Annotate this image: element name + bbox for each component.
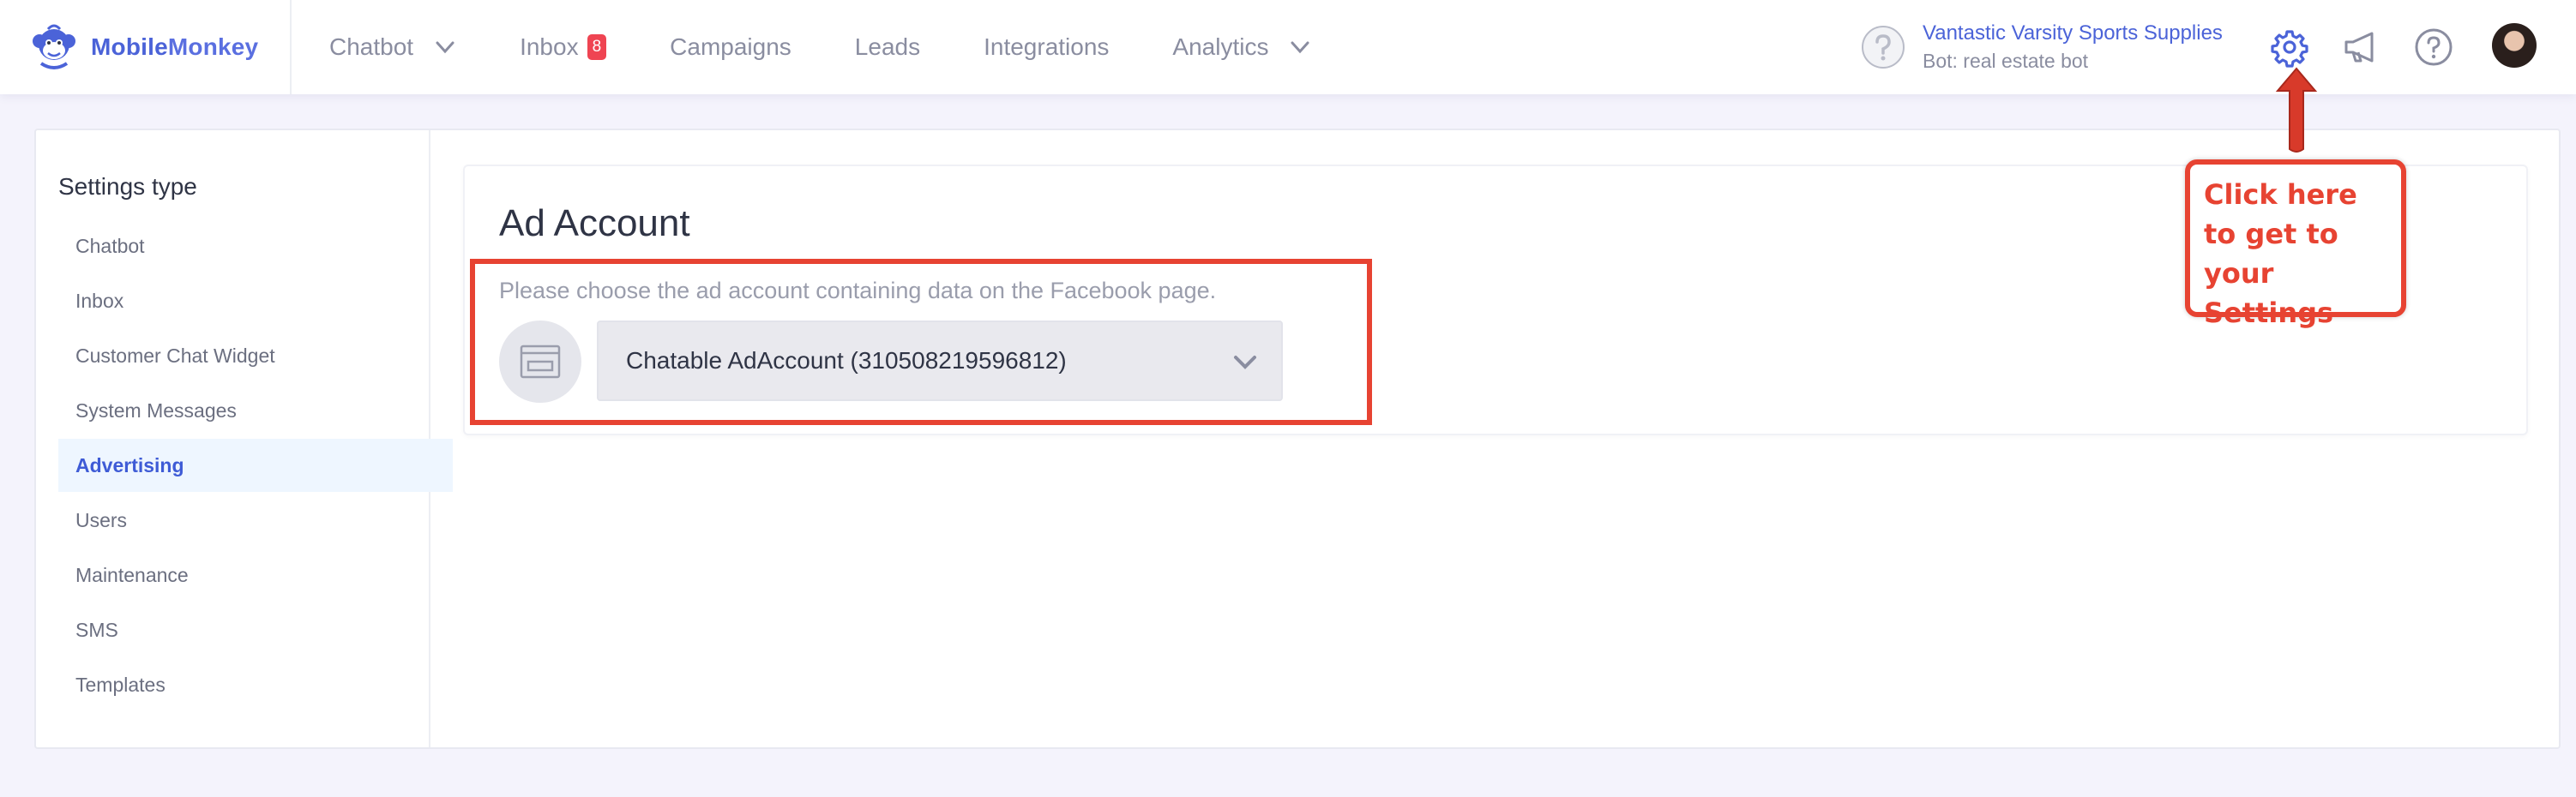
account-switcher[interactable]: Vantastic Varsity Sports Supplies Bot: r… — [1861, 0, 2223, 94]
chevron-down-icon — [1291, 41, 1309, 54]
nav-item-label: Leads — [854, 33, 921, 60]
nav-item-label: Campaigns — [670, 33, 791, 60]
settings-item-sms[interactable]: SMS — [58, 603, 453, 656]
brand-name: MobileMonkey — [91, 33, 259, 60]
megaphone-icon[interactable] — [2341, 27, 2382, 68]
settings-item-customer-chat-widget[interactable]: Customer Chat Widget — [58, 329, 453, 382]
nav-item-campaigns[interactable]: Campaigns — [670, 33, 791, 61]
nav-item-label: Integrations — [984, 33, 1110, 60]
settings-item-advertising[interactable]: Advertising — [58, 439, 453, 492]
page-avatar-placeholder-icon — [1862, 26, 1905, 69]
help-icon[interactable] — [2413, 27, 2454, 68]
settings-item-templates[interactable]: Templates — [58, 658, 453, 711]
top-navigation-bar: MobileMonkey Chatbot Inbox 8 Campaigns L… — [0, 0, 2576, 94]
main-nav: Chatbot Inbox 8 Campaigns Leads Integrat… — [329, 0, 1375, 94]
account-bot: Bot: real estate bot — [1923, 50, 2089, 72]
nav-item-label: Inbox — [520, 33, 579, 60]
annotation-arrow-icon — [2275, 67, 2318, 153]
annotation-text: Click here to get to your Settings — [2204, 178, 2357, 329]
nav-item-integrations[interactable]: Integrations — [984, 33, 1109, 61]
account-name: Vantastic Varsity Sports Supplies — [1923, 21, 2223, 45]
brand[interactable]: MobileMonkey — [0, 0, 292, 94]
settings-item-chatbot[interactable]: Chatbot — [58, 219, 453, 273]
nav-item-analytics[interactable]: Analytics — [1172, 33, 1311, 61]
settings-panel: Settings type Chatbot Inbox Customer Cha… — [34, 129, 2561, 749]
settings-item-users[interactable]: Users — [58, 494, 453, 547]
ad-account-title: Ad Account — [499, 202, 690, 244]
settings-item-maintenance[interactable]: Maintenance — [58, 548, 453, 602]
settings-item-system-messages[interactable]: System Messages — [58, 384, 453, 437]
inbox-count-badge: 8 — [587, 34, 607, 60]
gear-icon[interactable] — [2269, 27, 2310, 68]
nav-item-label: Analytics — [1172, 33, 1269, 60]
user-avatar[interactable] — [2492, 23, 2537, 68]
settings-annotation-callout: Click here to get to your Settings — [2185, 159, 2406, 329]
monkey-logo-icon — [33, 24, 75, 69]
nav-item-chatbot[interactable]: Chatbot — [329, 33, 456, 61]
nav-item-leads[interactable]: Leads — [855, 33, 920, 61]
nav-item-inbox[interactable]: Inbox 8 — [520, 33, 607, 61]
ad-account-highlight-box — [470, 259, 1372, 425]
settings-sidebar: Settings type Chatbot Inbox Customer Cha… — [36, 130, 453, 747]
chevron-down-icon — [436, 41, 454, 54]
settings-item-inbox[interactable]: Inbox — [58, 274, 453, 327]
settings-type-title: Settings type — [58, 173, 197, 200]
nav-item-label: Chatbot — [329, 33, 414, 60]
